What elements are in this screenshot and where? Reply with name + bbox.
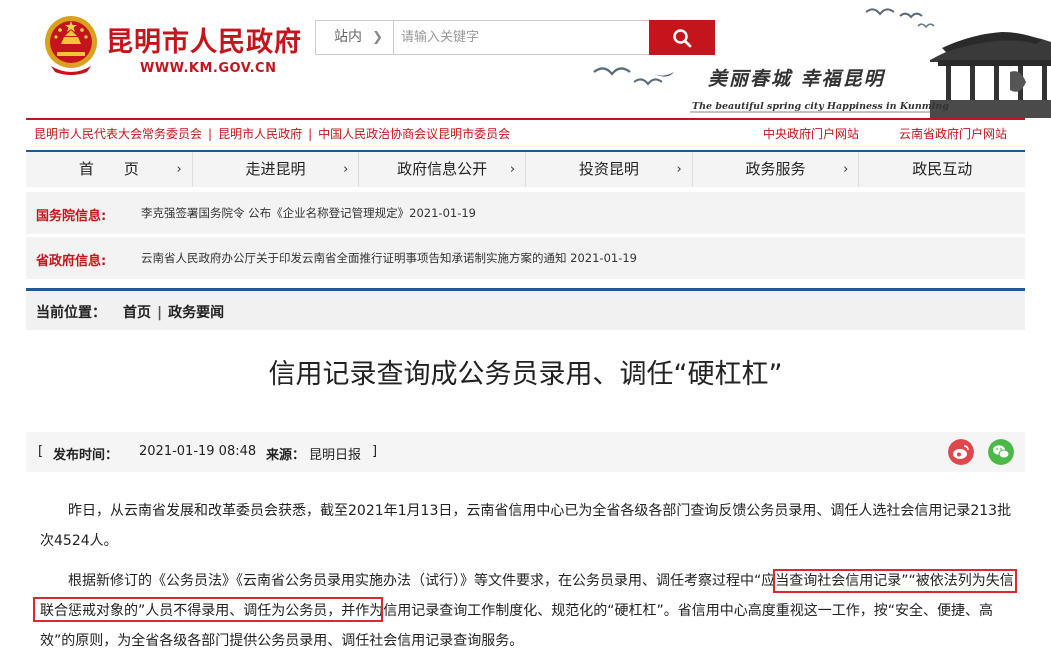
link-municipal-government[interactable]: 昆明市人民政府 <box>218 127 302 141</box>
state-council-info-link[interactable]: 李克强签署国务院令 公布《企业名称登记管理规定》2021-01-19 <box>141 205 476 221</box>
link-municipal-cppcc[interactable]: 中国人民政治协商会议昆明市委员会 <box>318 127 510 141</box>
breadcrumb-section[interactable]: 政务要闻 <box>168 305 224 321</box>
nav-item-government-info[interactable]: 政府信息公开 › <box>359 152 527 187</box>
nav-item-about-kunming[interactable]: 走进昆明 › <box>193 152 360 187</box>
slogan-english: The beautiful spring city Happiness in K… <box>692 101 949 112</box>
page: 昆明市人民政府 WWW.KM.GOV.CN 站内 ❯ 请输入关键字 美丽春城 幸… <box>0 0 1051 661</box>
main-nav: 首 页 › 走进昆明 › 政府信息公开 › 投资昆明 › 政务服务 › 政民互动 <box>26 150 1025 187</box>
provincial-info-link[interactable]: 云南省人民政府办公厅关于印发云南省全面推行证明事项告知承诺制实施方案的通知 20… <box>141 250 637 266</box>
search-scope-label: 站内 <box>334 29 362 45</box>
publish-time: 2021-01-19 08:48 <box>139 444 257 459</box>
separator: | <box>208 127 213 141</box>
wechat-icon[interactable] <box>988 439 1014 465</box>
chevron-right-icon: ❯ <box>372 30 383 45</box>
chevron-right-icon: › <box>509 162 516 177</box>
article-meta-bar: [ 发布时间： 2021-01-19 08:48 来源： 昆明日报 ] <box>26 432 1025 472</box>
provincial-info-bar: 省政府信息: 云南省人民政府办公厅关于印发云南省全面推行证明事项告知承诺制实施方… <box>26 237 1025 279</box>
search-scope-select[interactable]: 站内 ❯ <box>316 21 394 54</box>
related-links-left: 昆明市人民代表大会常务委员会 | 昆明市人民政府 | 中国人民政治协商会议昆明市委员会 <box>34 125 510 142</box>
nav-item-home[interactable]: 首 页 › <box>26 152 193 187</box>
breadcrumb-label: 当前位置： <box>36 305 106 321</box>
chevron-right-icon: › <box>843 162 849 177</box>
publish-time-label: 发布时间： <box>53 448 119 463</box>
source-label: 来源： <box>266 448 306 463</box>
slogan-chinese: 美丽春城 幸福昆明 <box>708 68 885 90</box>
link-municipal-congress[interactable]: 昆明市人民代表大会常务委员会 <box>34 127 202 141</box>
breadcrumb-home[interactable]: 首页 <box>123 305 151 321</box>
source-value: 昆明日报 <box>309 448 362 463</box>
provincial-info-label: 省政府信息: <box>36 254 107 269</box>
breadcrumb-trail: 首页 | 政务要闻 <box>123 302 224 322</box>
highlight-box <box>773 569 1017 593</box>
article-paragraph-1: 昨日，从云南省发展和改革委员会获悉，截至2021年1月13日，云南省信用中心已为… <box>40 503 1012 549</box>
meta-open-bracket: [ <box>38 444 44 459</box>
highlight-box <box>33 597 383 622</box>
state-council-info-bar: 国务院信息: 李克强签署国务院令 公布《企业名称登记管理规定》2021-01-1… <box>26 192 1025 234</box>
chevron-right-icon: › <box>176 162 182 177</box>
chevron-right-icon: › <box>343 162 349 177</box>
nav-item-label: 政府信息公开 <box>397 160 488 178</box>
nav-item-interaction[interactable]: 政民互动 <box>859 152 1025 187</box>
link-central-government-portal[interactable]: 中央政府门户网站 <box>763 127 859 141</box>
nav-item-label: 走进昆明 <box>245 160 306 178</box>
site-title[interactable]: 昆明市人民政府 <box>106 20 302 59</box>
nav-item-label: 首 页 <box>78 160 139 178</box>
site-url[interactable]: WWW.KM.GOV.CN <box>140 61 276 76</box>
article-title: 信用记录查询成公务员录用、调任“硬杠杠” <box>268 359 783 390</box>
nav-item-label: 政民互动 <box>912 160 973 178</box>
nav-item-invest-kunming[interactable]: 投资昆明 › <box>526 152 693 187</box>
link-yunnan-government-portal[interactable]: 云南省政府门户网站 <box>899 127 1007 141</box>
chevron-right-icon: › <box>676 162 682 177</box>
meta-close-bracket: ] <box>372 444 378 459</box>
nav-item-government-services[interactable]: 政务服务 › <box>693 152 860 187</box>
site-header: 昆明市人民政府 WWW.KM.GOV.CN 站内 ❯ 请输入关键字 美丽春城 幸… <box>0 0 1051 118</box>
nav-item-label: 投资昆明 <box>578 160 639 178</box>
separator: | <box>308 127 313 141</box>
breadcrumb: 当前位置： 首页 | 政务要闻 <box>26 288 1025 330</box>
weibo-icon[interactable] <box>948 439 974 465</box>
nav-item-label: 政务服务 <box>745 160 806 178</box>
related-links-bar: 昆明市人民代表大会常务委员会 | 昆明市人民政府 | 中国人民政治协商会议昆明市委员会 … <box>26 118 1025 146</box>
national-emblem-icon <box>45 16 97 75</box>
related-links-right: 中央政府门户网站 云南省政府门户网站 <box>763 125 1007 142</box>
separator: | <box>157 305 163 321</box>
state-council-info-label: 国务院信息: <box>36 209 107 224</box>
